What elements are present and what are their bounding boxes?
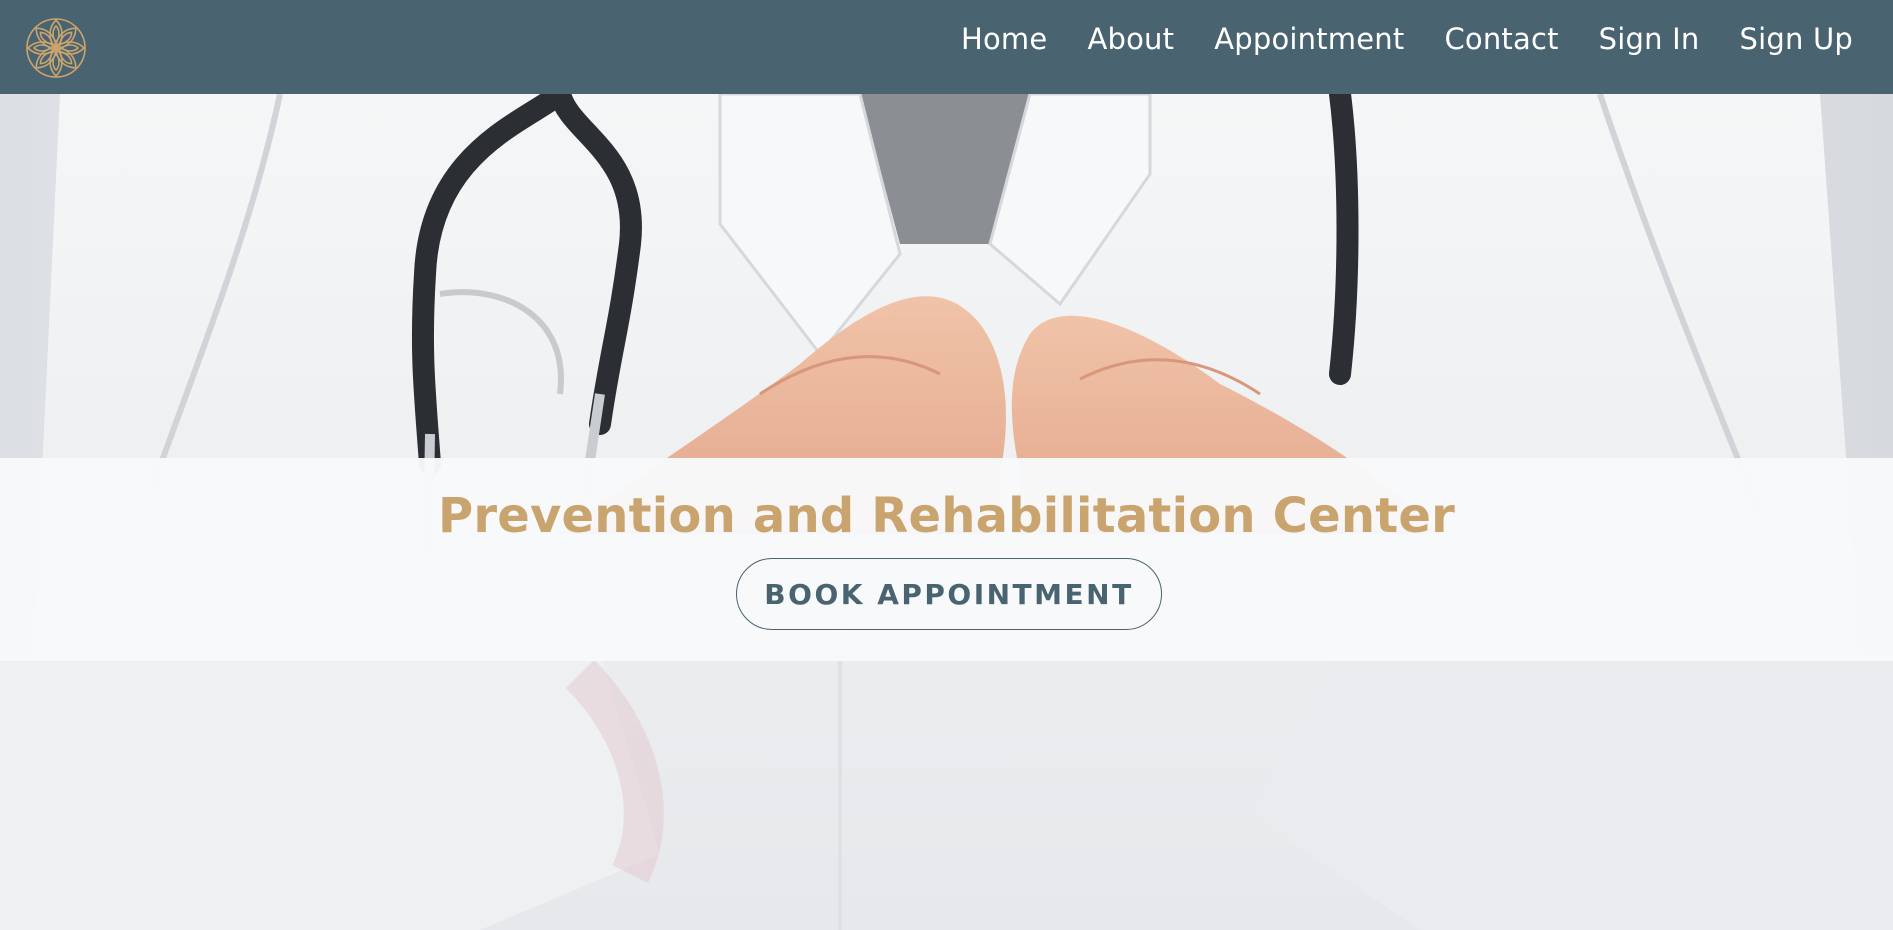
navbar: Home About Appointment Contact Sign In S…	[0, 0, 1893, 94]
nav-contact[interactable]: Contact	[1444, 22, 1558, 56]
nav-about[interactable]: About	[1087, 22, 1174, 56]
nav-home[interactable]: Home	[961, 22, 1047, 56]
nav-appointment[interactable]: Appointment	[1214, 22, 1404, 56]
main-nav: Home About Appointment Contact Sign In S…	[961, 0, 1853, 78]
hero-title: Prevention and Rehabilitation Center	[437, 488, 1456, 544]
hero-section: Prevention and Rehabilitation Center BOO…	[0, 94, 1893, 930]
page: Home About Appointment Contact Sign In S…	[0, 0, 1893, 930]
nav-sign-up[interactable]: Sign Up	[1739, 22, 1853, 56]
mandala-flower-icon[interactable]	[24, 16, 88, 80]
nav-sign-in[interactable]: Sign In	[1599, 22, 1700, 56]
book-appointment-button[interactable]: BOOK APPOINTMENT	[736, 558, 1162, 630]
hero-banner: Prevention and Rehabilitation Center BOO…	[0, 458, 1893, 661]
